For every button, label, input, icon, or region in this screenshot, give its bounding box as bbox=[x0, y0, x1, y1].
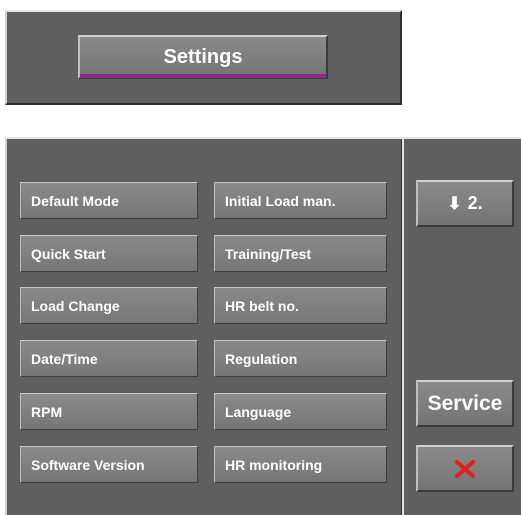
hr-monitoring-label: HR monitoring bbox=[225, 456, 323, 473]
service-label: Service bbox=[427, 391, 503, 415]
close-x-icon bbox=[455, 459, 475, 478]
panel-divider bbox=[401, 139, 404, 515]
load-change-button[interactable]: Load Change bbox=[20, 287, 198, 324]
default-mode-label: Default Mode bbox=[31, 192, 119, 209]
software-version-label: Software Version bbox=[31, 456, 145, 473]
close-button[interactable] bbox=[416, 445, 514, 492]
default-mode-button[interactable]: Default Mode bbox=[20, 182, 198, 219]
language-label: Language bbox=[225, 403, 292, 420]
page-number-label: 2. bbox=[467, 193, 483, 213]
load-change-label: Load Change bbox=[31, 297, 120, 314]
hr-belt-button[interactable]: HR belt no. bbox=[214, 287, 387, 324]
language-button[interactable]: Language bbox=[214, 393, 387, 430]
date-time-button[interactable]: Date/Time bbox=[20, 340, 198, 377]
quick-start-button[interactable]: Quick Start bbox=[20, 235, 198, 272]
settings-title-button[interactable]: Settings bbox=[78, 35, 328, 79]
hr-belt-label: HR belt no. bbox=[225, 297, 299, 314]
initial-load-label: Initial Load man. bbox=[225, 192, 336, 209]
title-accent-bar bbox=[80, 74, 326, 78]
initial-load-button[interactable]: Initial Load man. bbox=[214, 182, 387, 219]
regulation-label: Regulation bbox=[225, 350, 298, 367]
hr-monitoring-button[interactable]: HR monitoring bbox=[214, 446, 387, 483]
regulation-button[interactable]: Regulation bbox=[214, 340, 387, 377]
software-version-button[interactable]: Software Version bbox=[20, 446, 198, 483]
rpm-label: RPM bbox=[31, 403, 63, 420]
down-arrow-icon: ⬇ bbox=[447, 193, 462, 213]
training-test-label: Training/Test bbox=[225, 245, 312, 262]
page-title: Settings bbox=[163, 45, 243, 68]
training-test-button[interactable]: Training/Test bbox=[214, 235, 387, 272]
quick-start-label: Quick Start bbox=[31, 245, 106, 262]
rpm-button[interactable]: RPM bbox=[20, 393, 198, 430]
date-time-label: Date/Time bbox=[31, 350, 98, 367]
service-button[interactable]: Service bbox=[416, 380, 514, 427]
next-page-button[interactable]: ⬇ 2. bbox=[416, 180, 514, 227]
